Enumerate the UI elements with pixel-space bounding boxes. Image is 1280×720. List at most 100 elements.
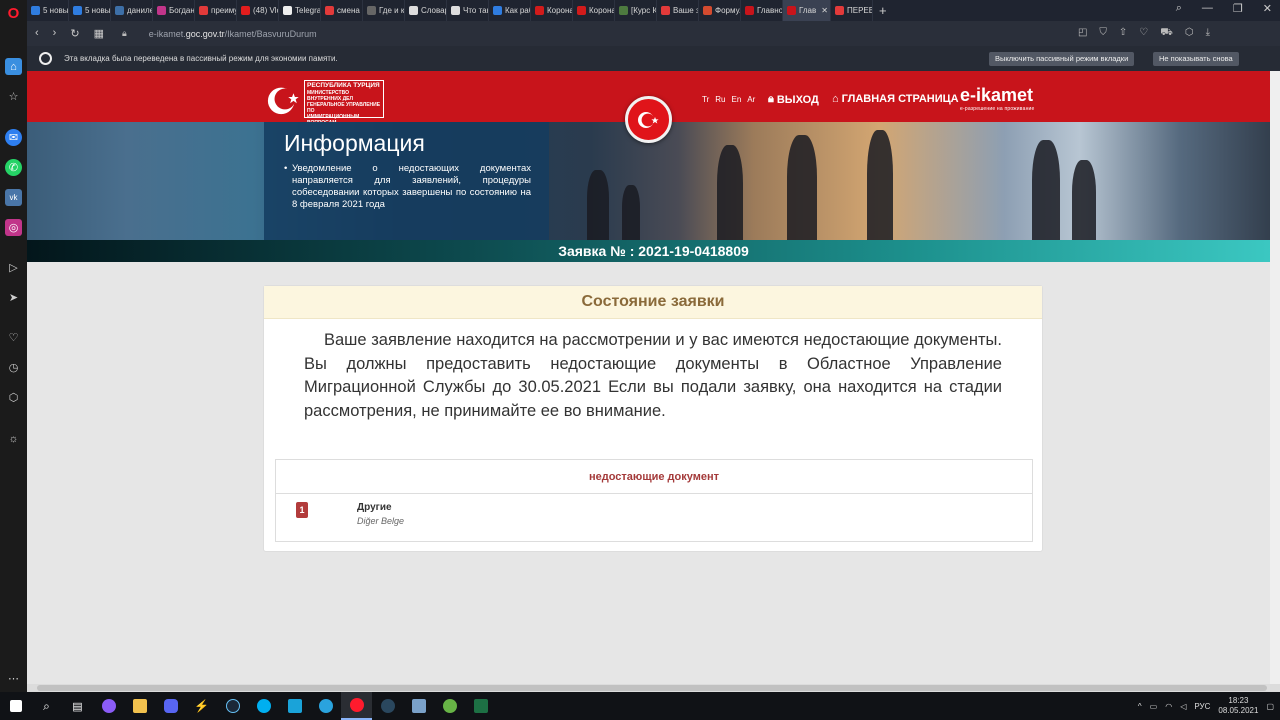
torrent-icon[interactable]: [434, 692, 465, 720]
app-icon[interactable]: [279, 692, 310, 720]
reload-icon[interactable]: ↻: [70, 27, 79, 40]
home-page-link[interactable]: ⌂ ГЛАВНАЯ СТРАНИЦА: [832, 93, 959, 105]
tab-label: 5 новых: [43, 6, 69, 15]
browser-tab[interactable]: Корона: [531, 0, 573, 21]
horizontal-scrollbar[interactable]: [27, 684, 1280, 692]
logout-link[interactable]: 🔒︎ ВЫХОД: [768, 93, 819, 106]
cube-icon[interactable]: ⬡: [5, 389, 22, 406]
url-field[interactable]: e-ikamet.goc.gov.tr/Ikamet/BasvuruDurum: [149, 29, 317, 39]
close-tab-icon[interactable]: ✕: [821, 6, 828, 15]
cortana-icon[interactable]: [93, 692, 124, 720]
browser-tab[interactable]: 5 новых: [27, 0, 69, 21]
tab-label: Что тако: [463, 6, 488, 15]
discord-icon[interactable]: [155, 692, 186, 720]
close-window-button[interactable]: ✕: [1263, 2, 1272, 15]
tab-label: Богдан Г: [169, 6, 195, 15]
dont-show-again-button[interactable]: Не показывать снова: [1153, 52, 1239, 66]
chevron-up-icon[interactable]: ^: [1138, 702, 1142, 711]
scroll-thumb[interactable]: [37, 685, 1267, 691]
tab-label: преиму: [211, 6, 237, 15]
more-icon[interactable]: ⋯: [5, 670, 22, 687]
wifi-icon[interactable]: ◠: [1165, 702, 1172, 711]
vk-icon[interactable]: vk: [5, 189, 22, 206]
crescent-star-icon[interactable]: [265, 80, 303, 116]
home-icon[interactable]: ☆: [5, 88, 22, 105]
opera-menu-icon[interactable]: O: [5, 5, 22, 22]
browser-tab[interactable]: 5 новых: [69, 0, 111, 21]
messenger-icon[interactable]: ✉: [5, 129, 22, 146]
notifications-icon[interactable]: ▢: [1266, 702, 1274, 711]
steam-icon[interactable]: [372, 692, 403, 720]
browser-tab[interactable]: Богдан Г: [153, 0, 195, 21]
browser-tab[interactable]: Главное: [741, 0, 783, 21]
ministry-logo[interactable]: РЕСПУБЛИКА ТУРЦИЯ МИНИСТЕРСТВО ВНУТРЕННИ…: [304, 80, 384, 126]
shield-icon[interactable]: ⛉: [1099, 27, 1107, 40]
browser-tab[interactable]: преиму: [195, 0, 237, 21]
new-tab-button[interactable]: +: [879, 3, 887, 18]
back-icon[interactable]: ‹: [35, 27, 39, 40]
volume-icon[interactable]: ◁: [1180, 702, 1186, 711]
e-ikamet-logo[interactable]: e-ikamet e-разрешение на проживание: [960, 85, 1035, 112]
task-view-icon[interactable]: ▤: [62, 692, 93, 720]
tab-strip: 5 новых 5 новых даниле Богдан Г преиму (48) V…: [27, 0, 1280, 21]
whatsapp-icon[interactable]: ✆: [5, 159, 22, 176]
language-switcher: Tr Ru En Ar: [702, 95, 755, 104]
app-icon[interactable]: ⚡: [186, 692, 217, 720]
browser-tab[interactable]: Формул: [699, 0, 741, 21]
history-icon[interactable]: ◷: [5, 359, 22, 376]
tab-label: Словарь: [421, 6, 446, 15]
tab-label: Корона: [547, 6, 573, 15]
share-icon[interactable]: ⇧: [1119, 27, 1127, 40]
instagram-icon[interactable]: ◎: [5, 219, 22, 236]
browser-tab[interactable]: Ваше за: [657, 0, 699, 21]
browser-tab[interactable]: Что тако: [447, 0, 489, 21]
browser-tab[interactable]: [Курс К: [615, 0, 657, 21]
lock-icon[interactable]: 🔒︎: [122, 28, 127, 39]
excel-icon[interactable]: [465, 692, 496, 720]
favicon-icon: [199, 6, 208, 15]
network-icon[interactable]: ▭: [1150, 702, 1158, 711]
disable-passive-button[interactable]: Выключить пассивный режим вкладки: [989, 52, 1135, 66]
browser-tab[interactable]: ПЕРЕВОД: [831, 0, 873, 21]
extension-icon[interactable]: ⬡: [1185, 27, 1194, 40]
workspace-icon[interactable]: ⌂: [5, 58, 22, 75]
speed-dial-icon[interactable]: ▦: [94, 27, 104, 40]
opera-icon[interactable]: [341, 692, 372, 720]
browser-tab[interactable]: Словарь: [405, 0, 447, 21]
clock[interactable]: 18:23 08.05.2021: [1218, 696, 1258, 716]
browser-tab[interactable]: (48) Vlog: [237, 0, 279, 21]
download-icon[interactable]: ⤓: [1206, 27, 1210, 40]
browser-tab[interactable]: Глав ✕: [783, 0, 831, 21]
skype-icon[interactable]: [248, 692, 279, 720]
browser-tab[interactable]: Telegram: [279, 0, 321, 21]
cart-icon[interactable]: ⛟: [1160, 27, 1173, 40]
forward-icon[interactable]: ›: [53, 27, 57, 40]
send-icon[interactable]: ➤: [5, 289, 22, 306]
language-indicator[interactable]: РУС: [1194, 702, 1210, 711]
lang-en[interactable]: En: [732, 95, 742, 104]
browser-tab[interactable]: Где и ка: [363, 0, 405, 21]
steam-icon[interactable]: [217, 692, 248, 720]
minimize-button[interactable]: —: [1202, 2, 1213, 15]
maximize-button[interactable]: ❐: [1233, 2, 1243, 15]
start-button[interactable]: [0, 692, 31, 720]
lang-ru[interactable]: Ru: [715, 95, 725, 104]
search-icon[interactable]: ⌕: [31, 692, 62, 720]
heart-icon[interactable]: ♡: [1139, 27, 1148, 40]
browser-tab[interactable]: Корона: [573, 0, 615, 21]
lang-tr[interactable]: Tr: [702, 95, 709, 104]
favicon-icon: [577, 6, 586, 15]
vertical-scrollbar[interactable]: [1270, 71, 1280, 684]
player-icon[interactable]: ▷: [5, 259, 22, 276]
telegram-icon[interactable]: [310, 692, 341, 720]
browser-tab[interactable]: Как раб: [489, 0, 531, 21]
camera-icon[interactable]: ◰: [1078, 27, 1087, 40]
lang-ar[interactable]: Ar: [747, 95, 755, 104]
heart-icon[interactable]: ♡: [5, 329, 22, 346]
browser-tab[interactable]: даниле: [111, 0, 153, 21]
app-icon[interactable]: [403, 692, 434, 720]
search-tabs-icon[interactable]: ⌕: [1176, 2, 1182, 15]
tips-icon[interactable]: ☼: [5, 430, 22, 447]
browser-tab[interactable]: смена р: [321, 0, 363, 21]
file-explorer-icon[interactable]: [124, 692, 155, 720]
